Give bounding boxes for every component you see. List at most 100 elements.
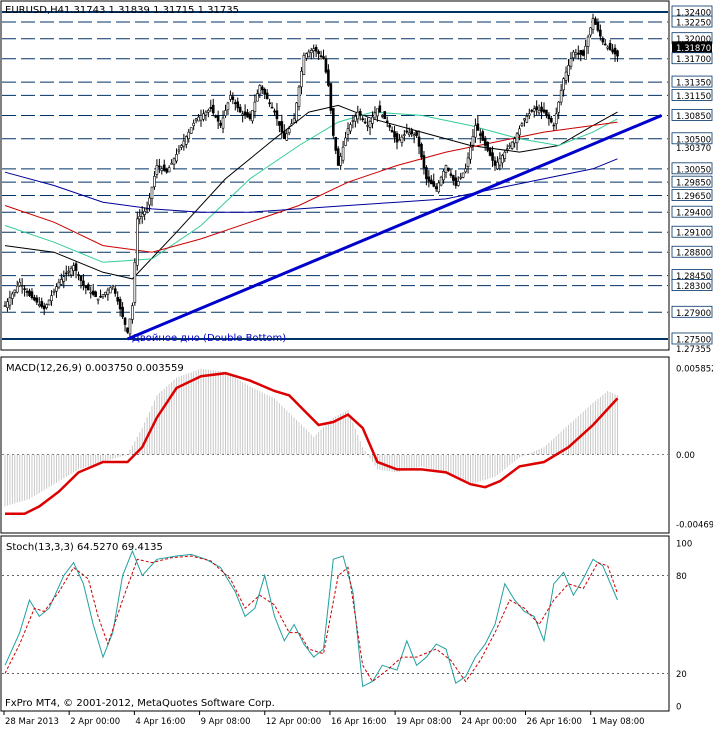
candle-body [478,133,482,136]
stoch-panel[interactable] [0,535,670,712]
candle-body [121,306,124,318]
candle-body [192,122,195,127]
candle-body [459,176,463,179]
candle-body [207,110,210,113]
candle-body [47,299,51,306]
price-tick-label: 1.29400 [676,209,711,219]
candle-body [194,118,198,121]
candle-body [339,156,342,166]
candle-body [559,90,563,103]
candle-body [552,124,556,127]
copyright-text: FxPro MT4, © 2001-2012, MetaQuotes Softw… [5,698,275,709]
macd-title: MACD(12,26,9) 0.003750 0.003559 [6,363,184,374]
candle-body [62,276,66,282]
candle-body [300,70,303,88]
candle-body [547,114,551,120]
candle-body [527,113,531,116]
time-tick-label: 1 May 08:00 [592,717,645,727]
candle-body [270,106,274,109]
candle-body [540,106,543,112]
candle-body [393,131,396,138]
stoch-tick-label: 100 [676,540,692,550]
candle-body [594,18,597,25]
candle-body [268,102,271,105]
candle-body [493,160,497,166]
candle-body [520,123,524,127]
candle-body [550,117,553,123]
candle-body [319,55,323,57]
candle-body [469,146,472,160]
candle-body [150,186,154,199]
candle-body [182,140,186,147]
candle-body [280,121,284,133]
candle-body [20,285,24,287]
candle-body [282,131,286,140]
candle-body [532,108,536,112]
candle-body [309,50,313,54]
candle-body [554,113,558,125]
candle-body [508,145,512,147]
candle-body [302,55,306,75]
candle-body [395,133,399,143]
candle-body [385,120,389,123]
trading-chart[interactable]: 1.32400 1.32250 1.32000 1.31870 1.31700 1.313… [0,0,713,729]
candle-body [165,168,168,173]
candle-body [572,51,575,59]
candle-body [118,298,122,310]
candle-body [314,47,318,52]
candle-body [57,281,61,288]
candle-body [77,274,80,276]
candle-body [37,304,41,306]
candle-body [199,115,203,121]
candle-body [177,149,181,152]
candle-body [175,154,178,162]
candle-body [148,197,151,206]
candle-body [376,108,379,117]
candle-body [437,182,440,192]
candle-body [197,116,200,122]
candle-body [608,43,612,50]
candle-body [248,113,252,120]
candle-body [611,49,614,53]
price-tick-label: 1.29650 [676,192,711,202]
candle-body [258,85,262,95]
candle-body [341,146,345,161]
time-tick-label: 16 Apr 16:00 [331,717,386,727]
candle-body [138,216,142,220]
price-tick-label: 1.28300 [676,282,711,292]
candle-body [278,121,281,126]
candle-body [616,50,619,57]
candle-body [13,289,17,293]
candle-body [113,288,117,294]
price-panel[interactable] [0,0,670,351]
candle-body [388,124,391,128]
candle-body [447,167,450,171]
candle-body [15,285,19,293]
candle-body [79,275,83,281]
candle-body [87,284,90,291]
candle-body [140,213,144,218]
candle-body [231,96,235,100]
candle-body [576,52,580,55]
candle-body [390,130,394,133]
candle-body [160,168,164,172]
candle-body [383,111,387,120]
candle-body [586,36,590,47]
candle-body [72,265,75,271]
candle-body [584,45,587,60]
candle-body [569,58,573,67]
candle-body [30,291,34,299]
candle-body [380,115,384,117]
candle-body [420,143,423,158]
candle-body [505,148,509,151]
candle-body [42,305,46,310]
candle-body [373,112,377,119]
candle-body [260,86,264,91]
candle-body [221,117,225,129]
candle-body [238,106,242,113]
candle-body [545,109,548,116]
candle-body [322,56,325,60]
candle-body [189,127,193,134]
candle-body [349,124,352,132]
candle-body [456,181,460,186]
